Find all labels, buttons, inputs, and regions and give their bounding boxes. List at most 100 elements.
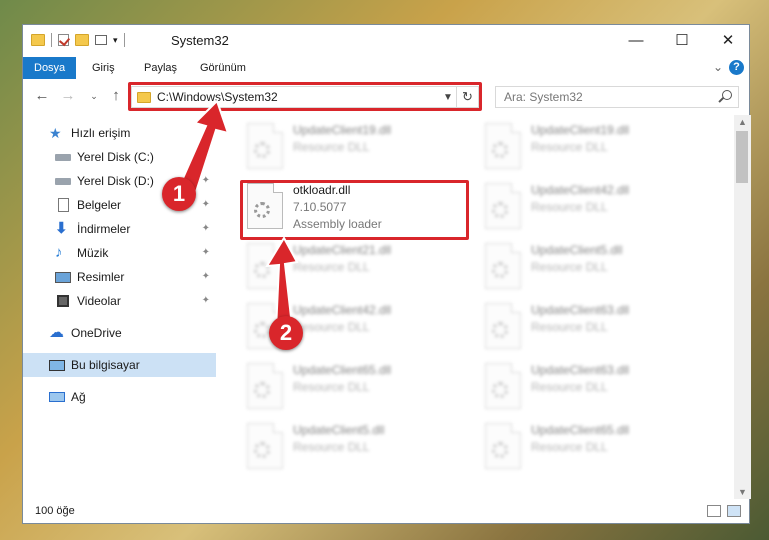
- expand-ribbon-icon[interactable]: ⌄: [713, 60, 723, 74]
- dll-file-icon: [485, 183, 521, 229]
- item-count: 100 öğe: [35, 505, 75, 517]
- maximize-button[interactable]: ☐: [659, 25, 705, 55]
- file-item[interactable]: UpdateClient65.dll Resource DLL: [247, 361, 477, 417]
- new-folder-icon[interactable]: [75, 34, 89, 46]
- minimize-button[interactable]: —: [613, 25, 659, 55]
- customize-icon[interactable]: [95, 35, 107, 45]
- scroll-down-icon[interactable]: ▼: [734, 487, 751, 497]
- close-button[interactable]: ✕: [705, 25, 751, 55]
- properties-icon[interactable]: [58, 34, 69, 46]
- drive-icon: [55, 177, 71, 185]
- file-item[interactable]: UpdateClient65.dll Resource DLL: [485, 421, 715, 477]
- file-item[interactable]: UpdateClient63.dll Resource DLL: [485, 361, 715, 417]
- file-item[interactable]: UpdateClient19.dll Resource DLL: [485, 121, 715, 177]
- file-type: Resource DLL: [293, 260, 370, 274]
- sidebar-item-label: Yerel Disk (D:): [77, 174, 154, 188]
- dll-file-icon: [247, 243, 283, 289]
- file-name: UpdateClient63.dll: [531, 303, 630, 317]
- file-type: Resource DLL: [531, 200, 608, 214]
- computer-icon: [49, 359, 65, 371]
- ribbon-tabs: Dosya Giriş Paylaş Görünüm ⌄ ?: [23, 57, 749, 79]
- file-name: UpdateClient63.dll: [531, 363, 630, 377]
- file-name: UpdateClient21.dll: [293, 243, 392, 257]
- file-name: UpdateClient65.dll: [531, 423, 630, 437]
- file-item[interactable]: UpdateClient5.dll Resource DLL: [247, 421, 477, 477]
- sidebar-item-this-pc[interactable]: Bu bilgisayar: [23, 353, 216, 377]
- window-title: System32: [171, 33, 229, 48]
- pin-icon[interactable]: ✦: [202, 151, 210, 162]
- vertical-scrollbar[interactable]: ▲ ▼: [734, 115, 751, 499]
- file-type: Resource DLL: [531, 440, 608, 454]
- file-name: UpdateClient5.dll: [293, 423, 385, 437]
- chevron-down-icon[interactable]: ▾: [113, 35, 118, 46]
- pin-icon[interactable]: ✦: [202, 223, 210, 234]
- sidebar-item-label: Hızlı erişim: [71, 126, 131, 140]
- sidebar-item-quick-access[interactable]: ★ Hızlı erişim: [23, 121, 216, 145]
- sidebar-item-music[interactable]: ♪ Müzik ✦: [23, 241, 216, 265]
- dll-file-icon: [247, 363, 283, 409]
- file-type: Resource DLL: [531, 260, 608, 274]
- search-placeholder: Ara: System32: [504, 90, 583, 104]
- file-type: Resource DLL: [531, 320, 608, 334]
- pin-icon[interactable]: ✦: [202, 271, 210, 282]
- file-type: Resource DLL: [531, 140, 608, 154]
- tab-file[interactable]: Dosya: [23, 57, 77, 79]
- dll-file-icon: [485, 123, 521, 169]
- pictures-icon: [55, 271, 71, 283]
- file-type: Resource DLL: [293, 440, 370, 454]
- sidebar-item-videos[interactable]: Videolar ✦: [23, 289, 216, 313]
- divider: [51, 33, 52, 47]
- address-bar-highlight: [128, 82, 482, 111]
- tab-view[interactable]: Görünüm: [189, 57, 257, 79]
- tab-home[interactable]: Giriş: [81, 57, 126, 79]
- recent-locations-button[interactable]: ⌄: [85, 86, 103, 106]
- sidebar-item-label: Videolar: [77, 294, 121, 308]
- back-button[interactable]: ←: [33, 86, 51, 106]
- dll-file-icon: [247, 423, 283, 469]
- download-icon: ⬇: [55, 220, 68, 237]
- status-bar: 100 öğe: [23, 501, 749, 523]
- search-icon[interactable]: [722, 90, 732, 100]
- file-item[interactable]: UpdateClient5.dll Resource DLL: [485, 241, 715, 297]
- file-name: UpdateClient42.dll: [531, 183, 630, 197]
- sidebar-item-label: OneDrive: [71, 326, 122, 340]
- dll-file-icon: [247, 123, 283, 169]
- file-item[interactable]: UpdateClient19.dll Resource DLL: [247, 121, 477, 177]
- sidebar-item-label: Belgeler: [77, 198, 122, 212]
- file-type: Resource DLL: [293, 140, 370, 154]
- file-name: UpdateClient19.dll: [293, 123, 392, 137]
- video-icon: [57, 295, 69, 307]
- scroll-up-icon[interactable]: ▲: [734, 117, 751, 127]
- details-view-icon[interactable]: [707, 505, 721, 517]
- sidebar-item-label: Yerel Disk (C:): [77, 150, 154, 164]
- file-highlight: [240, 180, 469, 240]
- sidebar-item-downloads[interactable]: ⬇ İndirmeler ✦: [23, 217, 216, 241]
- up-button[interactable]: ↑: [107, 86, 125, 106]
- pin-icon[interactable]: ✦: [202, 199, 210, 210]
- title-bar: ▾ System32 — ☐ ✕: [23, 25, 749, 57]
- tab-share[interactable]: Paylaş: [133, 57, 188, 79]
- help-icon[interactable]: ?: [729, 60, 744, 75]
- quick-access-toolbar: ▾: [31, 33, 125, 47]
- sidebar-item-label: Resimler: [77, 270, 125, 284]
- callout-badge-2: 2: [269, 316, 303, 350]
- sidebar-item-onedrive[interactable]: ☁ OneDrive: [23, 321, 216, 345]
- search-input[interactable]: Ara: System32: [495, 86, 739, 108]
- dll-file-icon: [485, 363, 521, 409]
- file-item[interactable]: UpdateClient63.dll Resource DLL: [485, 301, 715, 357]
- pin-icon[interactable]: ✦: [202, 247, 210, 258]
- file-item[interactable]: UpdateClient21.dll Resource DLL: [247, 241, 477, 297]
- sidebar-item-pictures[interactable]: Resimler ✦: [23, 265, 216, 289]
- scrollbar-thumb[interactable]: [736, 131, 748, 183]
- large-icons-view-icon[interactable]: [727, 505, 741, 517]
- forward-button[interactable]: →: [59, 86, 77, 106]
- file-type: Resource DLL: [293, 380, 370, 394]
- sidebar-item-label: İndirmeler: [77, 222, 131, 236]
- file-item[interactable]: UpdateClient42.dll Resource DLL: [485, 181, 715, 237]
- sidebar-item-local-disk-c[interactable]: Yerel Disk (C:) ✦: [23, 145, 216, 169]
- pin-icon[interactable]: ✦: [202, 295, 210, 306]
- drive-icon: [55, 153, 71, 161]
- sidebar-item-network[interactable]: Ağ: [23, 385, 216, 409]
- sidebar-item-label: Müzik: [77, 246, 109, 260]
- pin-icon[interactable]: ✦: [202, 175, 210, 186]
